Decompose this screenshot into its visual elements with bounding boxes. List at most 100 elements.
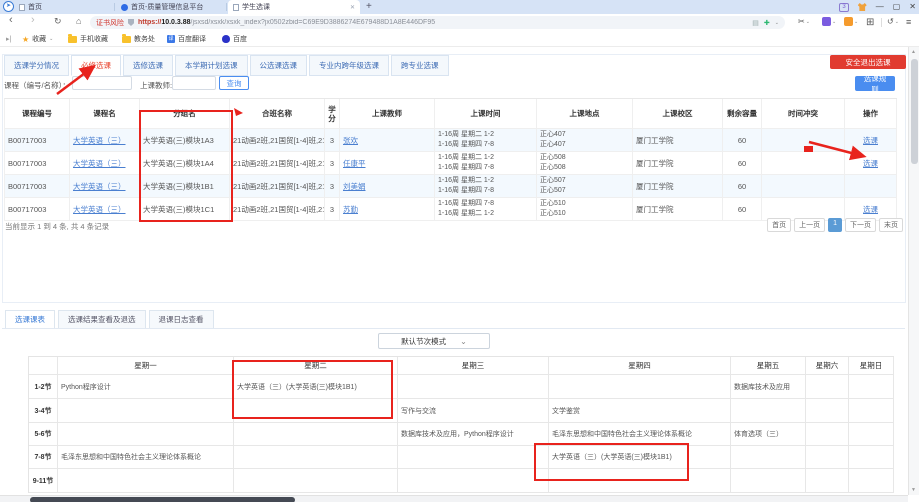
browser-tab-platform[interactable]: 首页-质量管理信息平台 bbox=[116, 0, 226, 14]
horizontal-scroll-thumb[interactable] bbox=[30, 497, 295, 502]
class-place: 正心507 bbox=[540, 176, 629, 186]
class-time: 1-16周 星期二 1-2 bbox=[438, 153, 533, 163]
url-field[interactable]: 证书风险 https://10.0.3.88/jsxsd/xsxk/xsxk_i… bbox=[90, 16, 785, 29]
maximize-button[interactable]: ▢ bbox=[893, 0, 901, 14]
class-time: 1-16周 星期四 7-8 bbox=[438, 163, 533, 173]
tab-credit-status[interactable]: 选课学分情况 bbox=[4, 55, 69, 76]
course-search-input[interactable] bbox=[72, 76, 132, 90]
horizontal-scrollbar[interactable] bbox=[0, 495, 908, 502]
tab-public-courses[interactable]: 公选课选课 bbox=[250, 55, 308, 76]
teacher-link[interactable]: 刘美娟 bbox=[343, 181, 431, 192]
class-place: 正心407 bbox=[540, 140, 629, 150]
period-label: 9-11节 bbox=[29, 469, 58, 493]
scroll-up-icon[interactable]: ▲ bbox=[911, 49, 916, 55]
grid-icon: ⊞ bbox=[866, 17, 874, 28]
group-name: 大学英语(三)模块1A4 bbox=[140, 152, 230, 175]
course-code: B00717003 bbox=[5, 175, 70, 198]
remaining-capacity: 60 bbox=[723, 152, 762, 175]
timetable-cell: 体育选项（三） bbox=[731, 423, 806, 446]
page-prev-button[interactable]: 上一页 bbox=[794, 218, 825, 232]
timetable-cell bbox=[398, 375, 549, 399]
bookmark-translate[interactable]: 译百度翻译 bbox=[167, 31, 206, 47]
safe-logout-button[interactable]: 安全退出选课 bbox=[830, 55, 906, 69]
tab-withdraw-log[interactable]: 退课日志查看 bbox=[149, 310, 214, 329]
apps-grid-button[interactable]: ⊞ bbox=[866, 17, 874, 28]
browser-logo-icon[interactable]: ➤ bbox=[3, 1, 14, 12]
page-last-button[interactable]: 末页 bbox=[879, 218, 903, 232]
query-button[interactable]: 查询 bbox=[219, 76, 249, 90]
tab-selection-result[interactable]: 选课结果查看及退选 bbox=[58, 310, 146, 329]
tab-semester-plan[interactable]: 本学期计划选课 bbox=[175, 55, 248, 76]
tab-required-courses[interactable]: 必修选课 bbox=[71, 55, 121, 76]
home-icon[interactable]: ⌂ bbox=[76, 16, 81, 26]
select-course-link[interactable]: 选课 bbox=[863, 158, 878, 169]
scroll-down-icon[interactable]: ▼ bbox=[911, 487, 916, 493]
tab-selected-timetable[interactable]: 选课课表 bbox=[5, 310, 55, 329]
close-window-button[interactable]: ✕ bbox=[909, 0, 916, 14]
course-name-link[interactable]: 大学英语（三） bbox=[73, 181, 136, 192]
chevron-down-icon[interactable]: ⌄ bbox=[775, 20, 779, 26]
col-header: 分组名 bbox=[140, 99, 230, 129]
reader-icon[interactable]: ▤ bbox=[752, 19, 759, 27]
tab-title: 首页-质量管理信息平台 bbox=[131, 2, 203, 12]
history-undo-button[interactable]: ↺⌄ bbox=[887, 17, 899, 26]
sidebar-expand-icon[interactable]: ▸| bbox=[6, 31, 11, 47]
new-tab-button[interactable]: + bbox=[366, 0, 372, 14]
teacher-link[interactable]: 张欢 bbox=[343, 135, 431, 146]
bookmark-academic-office[interactable]: 教务处 bbox=[122, 31, 155, 47]
chevron-down-icon: ⌄ bbox=[806, 19, 810, 25]
screenshot-tool-button[interactable]: ✂⌄ bbox=[798, 17, 810, 26]
class-time: 1-16周 星期四 7-8 bbox=[438, 199, 533, 209]
teacher-link[interactable]: 任康平 bbox=[343, 158, 431, 169]
theme-icon[interactable] bbox=[858, 3, 867, 11]
select-course-link[interactable]: 选课 bbox=[863, 204, 878, 215]
forward-icon[interactable]: › bbox=[31, 14, 35, 26]
timetable-cell bbox=[806, 469, 849, 493]
tab-elective-courses[interactable]: 选修选课 bbox=[123, 55, 173, 76]
timetable-cell: 大学英语（三）(大学英语(三)模块1B1) bbox=[234, 375, 398, 399]
page-next-button[interactable]: 下一页 bbox=[845, 218, 876, 232]
campus: 厦门工学院 bbox=[633, 175, 723, 198]
day-header: 星期五 bbox=[731, 357, 806, 375]
period-mode-select[interactable]: 默认节次模式 ⌄ bbox=[378, 333, 490, 349]
vertical-scrollbar[interactable]: ▲ ▼ bbox=[908, 47, 919, 495]
folder-icon bbox=[68, 36, 77, 43]
tab-cross-major[interactable]: 跨专业选课 bbox=[391, 55, 449, 76]
timetable-cell: 毛泽东思想和中国特色社会主义理论体系概论 bbox=[58, 446, 234, 469]
course-code: B00717003 bbox=[5, 198, 70, 221]
page-current-button[interactable]: 1 bbox=[828, 218, 842, 232]
security-tool-button[interactable]: ⌄ bbox=[844, 17, 858, 26]
menu-button[interactable]: ≡ bbox=[906, 17, 911, 27]
tab-cross-grade[interactable]: 专业内跨年级选课 bbox=[309, 55, 389, 76]
certificate-warning-label[interactable]: 证书风险 bbox=[96, 18, 124, 28]
browser-window: ➤ 首页 首页-质量管理信息平台 学生选课 ✕ + 3 — ▢ ✕ ‹ › ↻ … bbox=[0, 0, 919, 502]
timetable-cell bbox=[398, 469, 549, 493]
timetable-cell bbox=[806, 399, 849, 423]
undo-icon: ↺ bbox=[887, 17, 894, 26]
bookmark-favorites[interactable]: ★收藏⌄ bbox=[22, 31, 53, 47]
minimize-button[interactable]: — bbox=[876, 0, 884, 14]
page-first-button[interactable]: 首页 bbox=[767, 218, 791, 232]
timetable-cell bbox=[806, 446, 849, 469]
back-icon[interactable]: ‹ bbox=[9, 14, 13, 26]
course-name-link[interactable]: 大学英语（三） bbox=[73, 204, 136, 215]
site-info-icon[interactable] bbox=[128, 19, 134, 26]
select-course-link[interactable]: 选课 bbox=[863, 135, 878, 146]
selection-rules-button[interactable]: 选课规则 bbox=[855, 76, 895, 91]
tab-divider bbox=[226, 3, 227, 11]
course-name-link[interactable]: 大学英语（三） bbox=[73, 158, 136, 169]
refresh-icon[interactable]: ↻ bbox=[54, 16, 62, 27]
bookmark-baidu[interactable]: 百度 bbox=[222, 31, 247, 47]
extension-badge[interactable]: 3 bbox=[839, 3, 848, 12]
extension-purple-button[interactable]: ⌄ bbox=[822, 17, 836, 26]
browser-tab-home[interactable]: 首页 bbox=[14, 0, 114, 14]
course-selection-tabs: 选课学分情况 必修选课 选修选课 本学期计划选课 公选课选课 专业内跨年级选课 … bbox=[4, 55, 449, 76]
add-bookmark-icon[interactable]: ✚ bbox=[764, 19, 770, 27]
course-name-link[interactable]: 大学英语（三） bbox=[73, 135, 136, 146]
teacher-search-input[interactable] bbox=[172, 76, 216, 90]
bookmark-mobile[interactable]: 手机收藏 bbox=[68, 31, 108, 47]
teacher-link[interactable]: 苏勤 bbox=[343, 204, 431, 215]
vertical-scroll-thumb[interactable] bbox=[911, 59, 918, 164]
close-tab-icon[interactable]: ✕ bbox=[350, 4, 355, 11]
browser-tab-course-selection[interactable]: 学生选课 ✕ bbox=[228, 0, 360, 14]
